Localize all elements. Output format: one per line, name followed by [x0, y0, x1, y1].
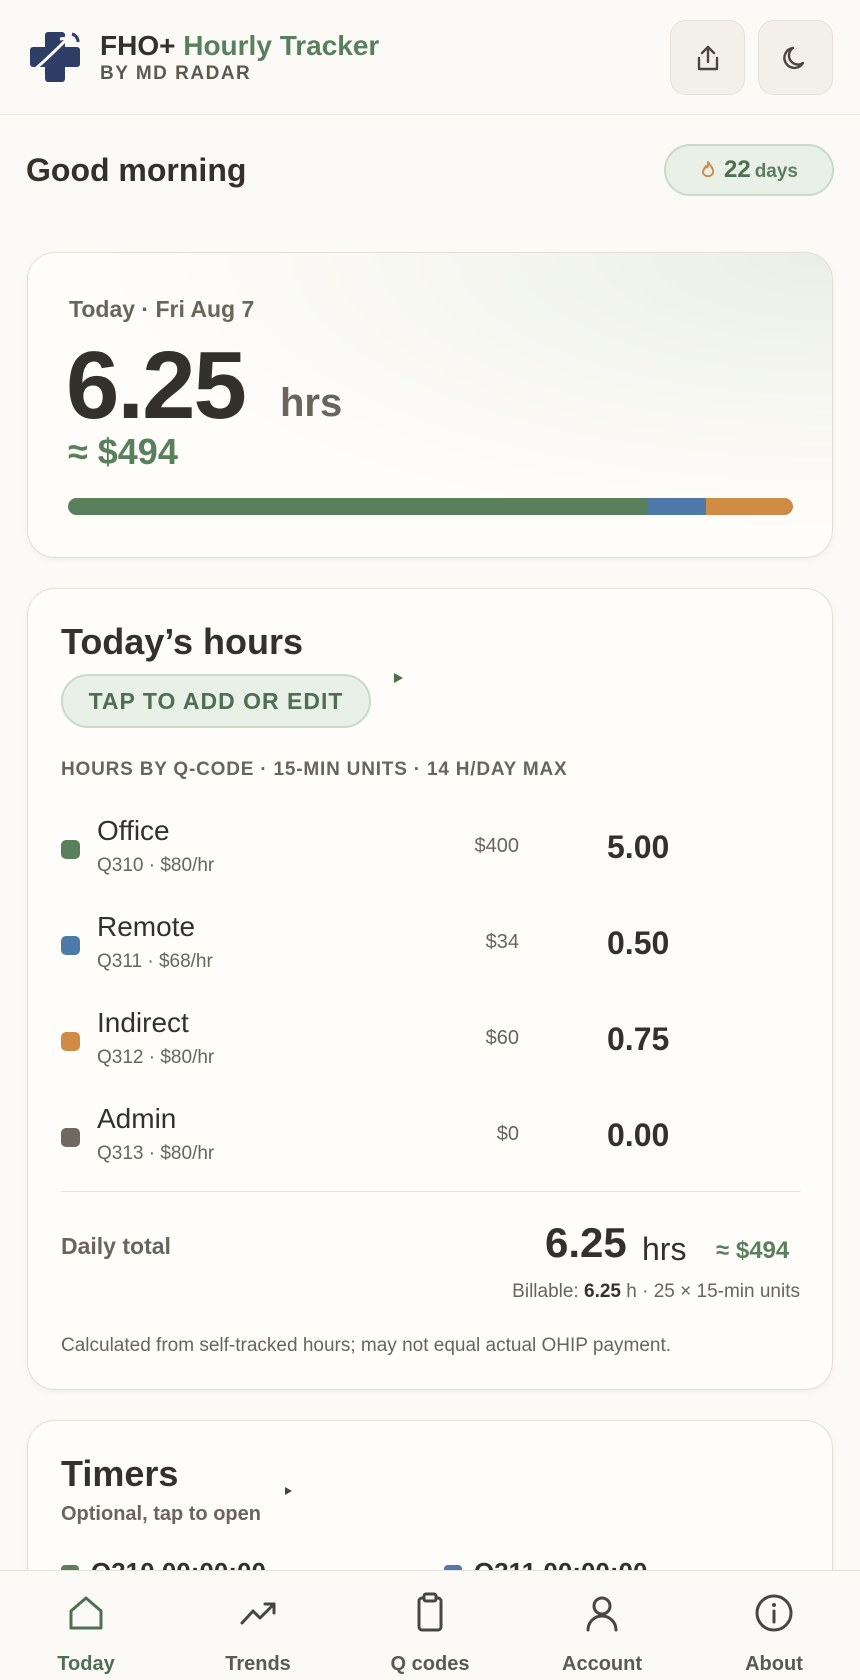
color-dot	[61, 1032, 80, 1051]
progress-segment-indirect	[706, 498, 793, 515]
billable-suffix: h · 25 × 15-min units	[620, 1281, 800, 1302]
logo-icon	[30, 32, 80, 82]
nav-label: Trends	[225, 1653, 291, 1675]
theme-toggle-button[interactable]	[758, 20, 833, 95]
qcode-row-admin[interactable]: Admin Q313 · $80/hr $0 0.00	[61, 1103, 781, 1173]
today-hours-unit: hrs	[280, 381, 343, 425]
nav-label: About	[745, 1653, 803, 1675]
app-title: FHO+ Hourly Tracker	[100, 30, 379, 62]
info-icon	[755, 1594, 793, 1632]
progress-segment-remote	[648, 498, 706, 515]
daily-total-hours: 6.25	[545, 1219, 627, 1266]
flame-icon	[701, 161, 715, 178]
qcode-name: Admin	[97, 1103, 177, 1134]
color-dot	[61, 1128, 80, 1147]
share-icon	[697, 45, 718, 70]
home-icon	[69, 1596, 103, 1630]
progress-segment-office	[68, 498, 648, 515]
nav-about[interactable]: About	[688, 1571, 860, 1680]
qcode-meta: Q310 · $80/hr	[97, 855, 215, 876]
qcode-amount: $0	[496, 1123, 519, 1145]
nav-account[interactable]: Account	[516, 1571, 688, 1680]
color-dot	[61, 936, 80, 955]
play-triangle-icon	[394, 673, 403, 683]
today-summary-card[interactable]: Today · Fri Aug 7 6.25 hrs ≈ $494	[27, 252, 833, 558]
color-dot	[61, 840, 80, 859]
nav-today[interactable]: Today	[0, 1571, 172, 1680]
qcode-hours: 5.00	[607, 829, 670, 865]
today-hours: 6.25	[66, 332, 247, 439]
streak-badge[interactable]: 22 days	[664, 144, 834, 196]
nav-label: Q codes	[390, 1653, 470, 1675]
nav-trends[interactable]: Trends	[172, 1571, 344, 1680]
bottom-nav: Today Trends Q codes Account About	[0, 1570, 860, 1680]
app-screen: FHO+ Hourly Tracker BY MD RADAR Good mor…	[0, 0, 860, 1680]
play-triangle-icon	[285, 1487, 292, 1495]
qcode-name: Indirect	[97, 1007, 189, 1038]
nav-q-codes[interactable]: Q codes	[344, 1571, 516, 1680]
qcode-meta: Q312 · $80/hr	[97, 1047, 215, 1068]
hours-card-title: Today’s hours	[61, 621, 304, 662]
app-subtitle: BY MD RADAR	[100, 63, 252, 84]
timers-title: Timers	[61, 1453, 179, 1494]
hours-progress-bar	[68, 498, 793, 515]
qcode-hours: 0.00	[607, 1117, 670, 1153]
today-amount: ≈ $494	[68, 431, 178, 472]
daily-total-label: Daily total	[61, 1233, 171, 1259]
todays-hours-card: Today’s hours TAP TO ADD OR EDIT HOURS B…	[27, 588, 833, 1390]
app-title-prefix: FHO+	[100, 30, 184, 61]
billable-summary: Billable: 6.25 h · 25 × 15-min units	[512, 1281, 800, 1303]
billable-hours: 6.25	[584, 1281, 621, 1302]
daily-total-amount: ≈ $494	[716, 1237, 790, 1264]
qcode-amount: $400	[474, 835, 520, 857]
divider	[61, 1191, 801, 1192]
trend-icon	[240, 1602, 276, 1625]
streak-unit: days	[754, 161, 798, 182]
qcode-meta: Q313 · $80/hr	[97, 1143, 215, 1164]
daily-total-unit: hrs	[642, 1231, 687, 1267]
user-icon	[586, 1596, 618, 1632]
share-button[interactable]	[670, 20, 745, 95]
moon-icon	[782, 46, 804, 69]
qcode-amount: $34	[485, 931, 519, 953]
today-date: Today · Fri Aug 7	[69, 296, 255, 322]
qcode-meta: Q311 · $68/hr	[97, 951, 213, 972]
section-label: HOURS BY Q-CODE · 15-MIN UNITS · 14 H/DA…	[61, 759, 568, 780]
greeting: Good morning	[26, 152, 247, 188]
timers-subtitle: Optional, tap to open	[61, 1503, 261, 1525]
add-edit-button[interactable]: TAP TO ADD OR EDIT	[61, 674, 371, 728]
billable-prefix: Billable:	[512, 1281, 584, 1302]
app-header: FHO+ Hourly Tracker BY MD RADAR	[0, 0, 860, 115]
qcode-hours: 0.50	[607, 925, 670, 961]
qcode-row-office[interactable]: Office Q310 · $80/hr $400 5.00	[61, 815, 781, 885]
qcode-amount: $60	[485, 1027, 519, 1049]
qcode-name: Remote	[97, 911, 196, 942]
nav-label: Account	[562, 1653, 642, 1675]
qcode-row-remote[interactable]: Remote Q311 · $68/hr $34 0.50	[61, 911, 781, 981]
nav-label: Today	[57, 1653, 115, 1675]
streak-count: 22	[723, 156, 751, 183]
clipboard-icon	[417, 1592, 443, 1632]
app-title-accent: Hourly Tracker	[183, 30, 380, 61]
disclaimer: Calculated from self-tracked hours; may …	[61, 1335, 672, 1356]
qcode-name: Office	[97, 815, 170, 846]
qcode-row-indirect[interactable]: Indirect Q312 · $80/hr $60 0.75	[61, 1007, 781, 1077]
qcode-hours: 0.75	[607, 1021, 670, 1057]
